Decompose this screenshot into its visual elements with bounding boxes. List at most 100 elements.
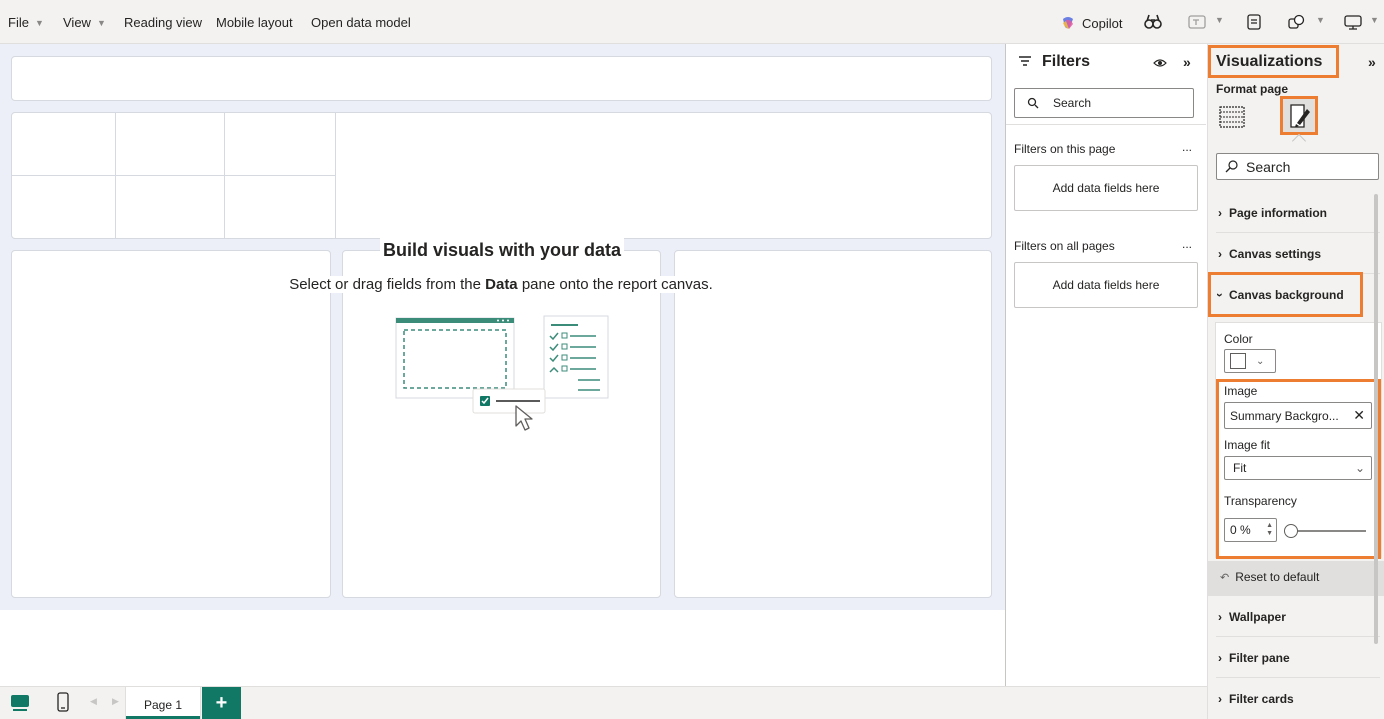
format-visual-tab[interactable] (1280, 96, 1318, 135)
scrollbar[interactable] (1374, 194, 1378, 644)
image-fit-value: Fit (1233, 461, 1247, 475)
transparency-value: 0 % (1230, 523, 1251, 537)
divider (1216, 232, 1380, 233)
next-page-icon[interactable]: ▶ (112, 696, 119, 707)
filters-this-page-drop[interactable]: Add data fields here (1014, 165, 1198, 211)
collapse-filters-icon[interactable]: » (1183, 54, 1191, 70)
prev-page-icon[interactable]: ◀ (90, 696, 97, 707)
copilot-icon (1063, 17, 1073, 29)
drag-field-chip (472, 388, 546, 431)
chevron-down-icon: ▼ (34, 17, 44, 28)
build-visual-icon[interactable] (1219, 104, 1245, 131)
present-dropdown[interactable]: ▼ (1370, 15, 1379, 25)
chevron-right-icon: › (1218, 610, 1222, 624)
section-wallpaper[interactable]: › Wallpaper (1218, 610, 1286, 624)
section-label: Filter cards (1229, 692, 1294, 706)
copilot-button[interactable]: Copilot (1060, 15, 1122, 31)
transparency-input[interactable]: 0 % ▲ ▼ (1224, 518, 1277, 542)
open-data-model-button[interactable]: Open data model (311, 15, 411, 30)
view-menu[interactable]: View ▼ (63, 15, 106, 30)
binoculars-icon[interactable] (1143, 12, 1163, 32)
open-data-model-label: Open data model (311, 15, 411, 30)
visualizations-pane: Visualizations » Format page Search › Pag… (1207, 44, 1384, 719)
empty-state-subtitle: Select or drag fields from the Data pane… (260, 276, 742, 293)
page-tab[interactable]: Page 1 (125, 687, 201, 719)
visualizations-search-placeholder: Search (1246, 158, 1291, 175)
format-paintbrush-icon (1290, 104, 1310, 128)
kpi-placeholder-row[interactable] (11, 112, 992, 239)
filter-funnel-icon (1018, 55, 1032, 70)
text-box-icon[interactable] (1187, 12, 1207, 32)
section-label: Filter pane (1229, 651, 1290, 665)
present-icon[interactable] (1343, 12, 1363, 32)
filters-pane: Filters » Search Filters on this page ..… (1006, 44, 1206, 686)
more-options-icon[interactable]: ... (1182, 237, 1192, 251)
filters-all-pages-drop[interactable]: Add data fields here (1014, 262, 1198, 308)
image-input[interactable]: Summary Backgro... ✕ (1224, 402, 1372, 429)
eye-icon[interactable] (1153, 56, 1167, 71)
filters-all-pages-label: Filters on all pages (1014, 239, 1115, 253)
section-page-information[interactable]: › Page information (1218, 206, 1327, 220)
copilot-label: Copilot (1082, 15, 1123, 31)
empty-state-title: Build visuals with your data (382, 240, 622, 260)
image-fit-label: Image fit (1224, 438, 1271, 452)
transparency-slider-track[interactable] (1290, 530, 1366, 532)
section-canvas-background[interactable]: › Canvas background (1213, 288, 1344, 302)
top-menu-bar: File ▼ View ▼ Reading view Mobile layout O… (0, 0, 1384, 44)
more-options-icon[interactable]: ... (1182, 140, 1192, 154)
file-menu-label: File (8, 15, 29, 30)
shapes-icon[interactable] (1287, 12, 1307, 32)
mobile-layout-icon[interactable] (57, 692, 69, 715)
section-filter-cards[interactable]: › Filter cards (1218, 692, 1294, 706)
report-canvas-area: Build visuals with your data Select or d… (0, 44, 1006, 686)
filters-search-placeholder: Search (1053, 96, 1092, 110)
chevron-right-icon: › (1218, 692, 1222, 706)
page-tab-label: Page 1 (143, 698, 183, 712)
desktop-layout-icon[interactable] (10, 694, 30, 715)
add-page-button[interactable]: + (202, 687, 241, 719)
page-tabs-bar: ◀ ▶ Page 1 + (0, 686, 1207, 719)
subtitle-text: Select or drag fields from the (289, 276, 486, 293)
mobile-layout-button[interactable]: Mobile layout (216, 15, 293, 30)
close-icon[interactable]: ✕ (1353, 407, 1365, 424)
section-filter-pane[interactable]: › Filter pane (1218, 651, 1290, 665)
visualizations-search-input[interactable]: Search (1216, 153, 1379, 180)
section-label: Canvas background (1229, 288, 1344, 302)
divider (1216, 636, 1380, 637)
chevron-right-icon: › (1218, 206, 1222, 220)
undo-icon: ↶ (1220, 571, 1230, 584)
report-page[interactable]: Build visuals with your data Select or d… (0, 44, 1005, 610)
text-box-dropdown[interactable]: ▼ (1215, 15, 1224, 25)
section-label: Wallpaper (1229, 610, 1286, 624)
image-label: Image (1224, 384, 1258, 398)
section-label: Page information (1229, 206, 1328, 220)
notes-icon[interactable] (1244, 12, 1264, 32)
header-placeholder[interactable] (11, 56, 992, 101)
chevron-down-icon: ⌄ (1354, 461, 1365, 475)
chevron-down-icon: ▼ (1316, 15, 1325, 25)
visual-placeholder-left[interactable] (11, 250, 331, 598)
shapes-dropdown[interactable]: ▼ (1316, 15, 1325, 25)
search-icon (1027, 97, 1039, 109)
chevron-down-icon: ▼ (1215, 15, 1224, 25)
transparency-slider-thumb[interactable] (1284, 524, 1298, 538)
file-menu[interactable]: File ▼ (8, 15, 44, 30)
color-picker[interactable]: ⌄ (1224, 349, 1276, 373)
section-canvas-settings[interactable]: › Canvas settings (1218, 247, 1321, 261)
filters-this-page-label: Filters on this page (1014, 142, 1116, 156)
mobile-layout-label: Mobile layout (216, 15, 293, 30)
image-fit-dropdown[interactable]: Fit ⌄ (1224, 456, 1372, 480)
grid-divider (12, 175, 335, 176)
color-label: Color (1224, 332, 1253, 346)
filters-search-input[interactable]: Search (1014, 88, 1194, 118)
collapse-visualizations-icon[interactable]: » (1368, 54, 1376, 70)
reading-view-button[interactable]: Reading view (124, 15, 202, 30)
subtitle-text: pane onto the report canvas. (517, 276, 713, 293)
visualizations-title: Visualizations (1216, 53, 1323, 70)
drop-label: Add data fields here (1052, 278, 1160, 292)
divider (1216, 677, 1380, 678)
divider (1006, 124, 1206, 125)
stepper-icon[interactable]: ▲ ▼ (1266, 522, 1273, 538)
visual-placeholder-right[interactable] (674, 250, 992, 598)
reset-to-default-button[interactable]: ↶ Reset to default (1220, 570, 1319, 584)
